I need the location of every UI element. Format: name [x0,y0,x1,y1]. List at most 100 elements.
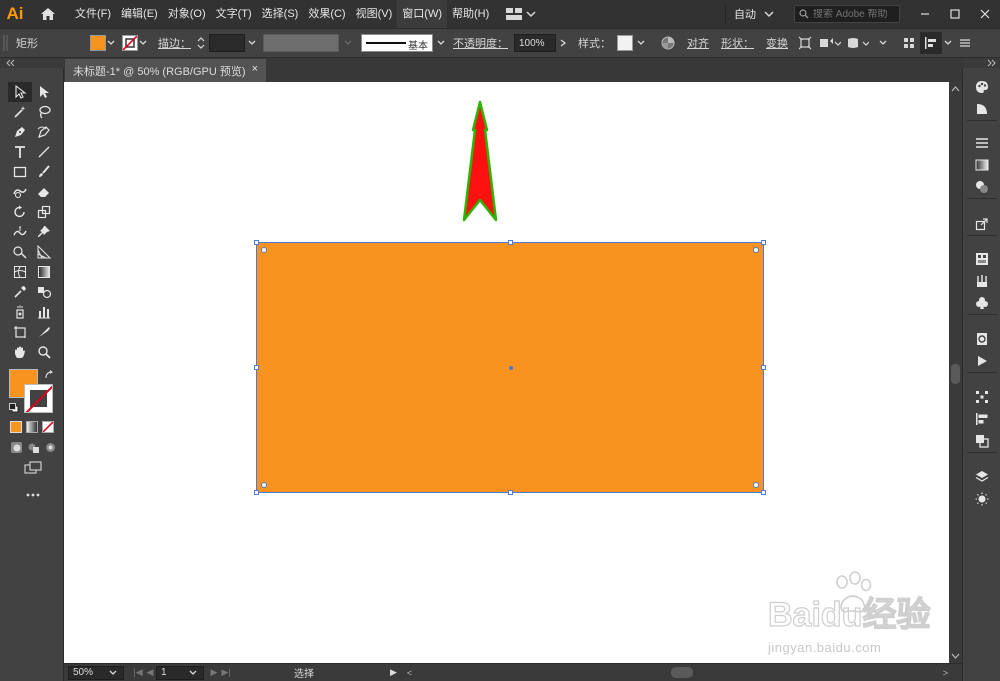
stepper-icon[interactable] [197,35,205,51]
asset-export-panel-button[interactable] [967,328,997,350]
hand-tool[interactable] [8,342,32,362]
symbol-sprayer-tool[interactable] [8,302,32,322]
align-dropdown[interactable] [942,32,954,54]
menu-object[interactable]: 对象(O) [163,0,211,28]
home-button[interactable] [34,0,62,28]
resize-handle-left[interactable] [254,365,259,370]
stroke-color-swatch[interactable] [122,35,138,51]
slice-tool[interactable] [32,322,56,342]
appearance-panel-button[interactable] [967,488,997,510]
magic-wand-tool[interactable] [8,102,32,122]
fill-color-swatch[interactable] [90,35,106,51]
corner-radius-widget-top-right[interactable] [753,247,759,253]
type-tool[interactable] [8,142,32,162]
artboard-number-field[interactable]: 1 [156,665,204,680]
draw-behind-button[interactable] [27,441,40,454]
screen-mode-button[interactable] [24,461,42,478]
perspective-grid-tool[interactable] [32,242,56,262]
previous-artboard-button[interactable]: ◀ [144,667,156,678]
document-tab[interactable]: 未标题-1* @ 50% (RGB/GPU 预览) × [65,59,266,82]
stroke-weight-label[interactable]: 描边： [158,35,191,51]
resize-handle-top-right[interactable] [761,240,766,245]
draw-inside-button[interactable] [44,441,57,454]
stroke-weight-dropdown[interactable] [245,35,259,51]
grip-icon[interactable] [2,31,10,55]
transform-link[interactable]: 变换 [766,35,788,51]
symbols-panel-button[interactable] [967,292,997,314]
help-search[interactable] [794,5,900,23]
horizontal-scroll-thumb[interactable] [671,667,693,678]
artboard-tool[interactable] [8,322,32,342]
gradient-mode-button[interactable] [26,421,38,433]
selection-tool[interactable] [8,82,32,102]
scroll-left-arrow[interactable]: < [407,668,412,678]
curvature-tool[interactable] [32,122,56,142]
maximize-button[interactable] [940,0,970,28]
resize-handle-top-left[interactable] [254,240,259,245]
align-link[interactable]: 对齐 [687,35,709,51]
corner-radius-widget-bottom-right[interactable] [753,482,759,488]
variable-width-profile[interactable] [263,34,339,52]
align-panel-dock-button[interactable] [967,408,997,430]
help-search-input[interactable] [813,8,893,20]
next-artboard-button[interactable]: ▶ [208,667,220,678]
line-tool[interactable] [32,142,56,162]
vertical-scroll-thumb[interactable] [951,364,960,384]
right-dock-header[interactable] [962,58,1000,68]
gradient-tool[interactable] [32,262,56,282]
scroll-right-arrow[interactable]: > [943,668,948,678]
pen-tool[interactable] [8,122,32,142]
column-graph-tool[interactable] [32,302,56,322]
opacity-field[interactable]: 100% [514,34,556,52]
draw-normal-button[interactable] [10,441,23,454]
menu-type[interactable]: 文字(T) [211,0,257,28]
resize-handle-top[interactable] [508,240,513,245]
close-button[interactable] [970,0,1000,28]
transparency-panel-button[interactable] [967,176,997,198]
minimize-button[interactable] [910,0,940,28]
orange-rectangle[interactable] [254,240,766,495]
workspace-switcher[interactable]: 自动 [725,4,782,24]
stroke-color-box[interactable] [24,384,53,413]
last-artboard-button[interactable]: ▶| [220,667,232,678]
edit-toolbar-button[interactable] [26,488,40,500]
color-mode-button[interactable] [10,421,22,433]
none-mode-button[interactable] [42,421,54,433]
stroke-panel-button[interactable] [967,132,997,154]
eraser-tool[interactable] [32,182,56,202]
eyedropper-tool[interactable] [8,282,32,302]
actions-panel-button[interactable] [967,350,997,372]
shaper-tool[interactable] [8,182,32,202]
puppet-warp-tool[interactable] [32,222,56,242]
graphic-style-swatch[interactable] [617,35,633,51]
stroke-weight-field[interactable] [209,34,245,52]
blend-tool[interactable] [32,282,56,302]
arrange-documents-button[interactable] [506,0,536,28]
direct-selection-tool[interactable] [32,82,56,102]
swatches-panel-button[interactable] [967,248,997,270]
resize-handle-bottom-right[interactable] [761,490,766,495]
arrange-button[interactable] [816,32,844,54]
first-artboard-button[interactable]: |◀ [132,667,144,678]
control-panel-menu[interactable] [954,32,976,54]
width-tool[interactable] [8,222,32,242]
toolbar-header[interactable] [0,58,64,68]
resize-handle-right[interactable] [761,365,766,370]
color-panel-button[interactable] [967,76,997,98]
resize-handle-bottom[interactable] [508,490,513,495]
brush-definition-field[interactable]: 基本 [361,34,433,52]
more-options-button[interactable] [872,32,894,54]
menu-select[interactable]: 选择(S) [257,0,304,28]
lasso-tool[interactable] [32,102,56,122]
opacity-label[interactable]: 不透明度： [453,35,508,51]
resize-handle-bottom-left[interactable] [254,490,259,495]
envelope-button[interactable] [844,32,872,54]
graphic-style-dropdown[interactable] [633,35,649,51]
fill-dropdown[interactable] [106,35,116,51]
pathfinder-panel-button[interactable] [967,430,997,452]
gradient-panel-button[interactable] [967,154,997,176]
swap-fill-stroke-button[interactable] [44,370,54,383]
menu-help[interactable]: 帮助(H) [447,0,494,28]
artboard-canvas[interactable]: Baidu经验 jingyan.baidu.com [64,82,949,663]
variable-width-dropdown[interactable] [339,35,357,51]
